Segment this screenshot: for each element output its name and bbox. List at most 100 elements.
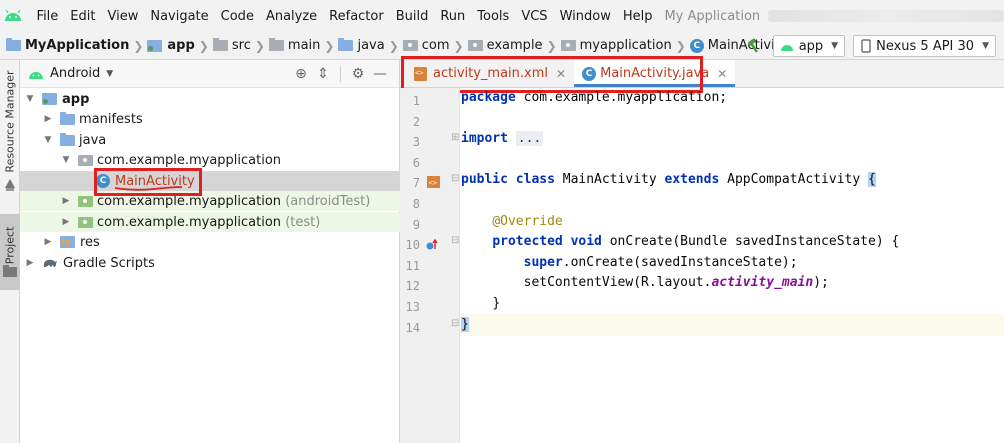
menu-view[interactable]: View [101, 9, 144, 24]
breadcrumb-java[interactable]: java ❯ [338, 38, 402, 53]
device-select[interactable]: Nexus 5 API 30 ▼ [853, 35, 996, 57]
menu-window[interactable]: Window [554, 9, 617, 24]
folded-imports[interactable]: ... [515, 131, 544, 146]
tree-item-package-androidtest[interactable]: ▶ com.example.myapplication (androidTest… [20, 191, 400, 211]
expanded-arrow-icon[interactable]: ▼ [24, 94, 36, 104]
project-view-select[interactable]: Android [50, 66, 100, 81]
hammer-build-icon[interactable] [743, 35, 765, 57]
chevron-right-icon: ❯ [324, 38, 335, 53]
tree-item-package-test[interactable]: ▶ com.example.myapplication (test) [20, 212, 400, 232]
line-number: 2 [412, 115, 420, 129]
resource-manager-icon [3, 178, 17, 192]
test-package-icon [78, 216, 93, 228]
fold-marker-icon[interactable]: ⊟ [451, 173, 459, 184]
breadcrumb-label: myapplication [579, 38, 672, 53]
collapse-all-icon[interactable]: ⇕ [312, 66, 334, 82]
chevron-down-icon[interactable]: ▼ [106, 69, 113, 79]
device-label: Nexus 5 API 30 [876, 38, 975, 54]
menu-vcs[interactable]: VCS [515, 9, 553, 24]
window-title: My Application [664, 8, 761, 24]
chevron-right-icon: ❯ [198, 38, 209, 53]
locate-target-icon[interactable]: ⊕ [290, 66, 312, 82]
layout-preview-icon[interactable]: <> [426, 175, 442, 189]
menu-navigate[interactable]: Navigate [144, 9, 214, 24]
menu-analyze[interactable]: Analyze [260, 9, 323, 24]
project-panel-header: Android ▼ ⊕ ⇕ ⚙ — [20, 60, 399, 88]
breadcrumb-com[interactable]: com ❯ [402, 38, 468, 53]
chevron-down-icon: ▼ [982, 41, 989, 51]
menu-file[interactable]: File [31, 9, 65, 24]
tree-item-app[interactable]: ▼ app [20, 89, 400, 109]
tree-item-label: com.example.myapplication [97, 152, 282, 168]
fold-marker-icon[interactable]: ⊟ [451, 235, 459, 246]
code-line-3: import ... [461, 129, 544, 150]
package-icon [560, 40, 576, 51]
line-number: 12 [405, 279, 420, 293]
tree-item-mainactivity[interactable]: C MainActivity [20, 171, 400, 191]
collapsed-arrow-icon[interactable]: ▶ [60, 196, 72, 206]
project-panel-actions: ⊕ ⇕ ⚙ — [290, 60, 391, 88]
left-tool-strip: Resource Manager 1: Project [0, 60, 20, 443]
run-configuration-select[interactable]: app ▼ [772, 35, 846, 57]
tree-item-package-main[interactable]: ▼ com.example.myapplication [20, 150, 400, 170]
java-class-icon: C [689, 38, 704, 53]
tree-item-java[interactable]: ▼ java [20, 130, 400, 150]
code-editor[interactable]: package com.example.myapplication; impor… [460, 88, 1004, 443]
keyword: package [461, 90, 516, 105]
keyword: public class [461, 172, 555, 187]
collapsed-arrow-icon[interactable]: ▶ [42, 114, 54, 124]
code-line-9: @Override [461, 212, 563, 233]
menu-edit[interactable]: Edit [64, 9, 101, 24]
toolbar-right: app ▼ Nexus 5 API 30 ▼ [743, 32, 1004, 60]
keyword: import [461, 131, 508, 146]
gear-icon[interactable]: ⚙ [347, 66, 369, 82]
breadcrumb-project[interactable]: MyApplication ❯ [6, 38, 147, 53]
menu-code[interactable]: Code [215, 9, 260, 24]
folder-icon [60, 132, 75, 146]
tree-item-res[interactable]: ▶ res [20, 232, 400, 252]
breadcrumb-myapplication[interactable]: myapplication ❯ [560, 38, 690, 53]
code-text: AppCompatActivity [719, 172, 869, 187]
tab-resource-manager[interactable]: Resource Manager [0, 66, 20, 176]
android-icon [29, 71, 43, 79]
breadcrumb-label: com [421, 38, 450, 53]
project-panel: Android ▼ ⊕ ⇕ ⚙ — ▼ app ▶ manifests ▼ ja… [20, 60, 400, 443]
module-icon [147, 39, 163, 52]
breadcrumb-main[interactable]: main ❯ [268, 38, 339, 53]
code-line-12: setContentView(R.layout.activity_main); [461, 273, 829, 294]
expanded-arrow-icon[interactable]: ▼ [42, 135, 54, 145]
annotation: @Override [492, 214, 563, 229]
collapsed-arrow-icon[interactable]: ▶ [60, 217, 72, 227]
tree-item-gradle-scripts[interactable]: ▶ Gradle Scripts [20, 253, 400, 273]
line-number: 9 [412, 218, 420, 232]
override-method-icon[interactable] [425, 238, 439, 252]
line-number: 1 [412, 94, 420, 108]
minimize-icon[interactable]: — [369, 66, 391, 82]
close-icon[interactable]: ✕ [717, 67, 727, 81]
breadcrumb-example[interactable]: example ❯ [467, 38, 561, 53]
breadcrumb-src[interactable]: src ❯ [212, 38, 269, 53]
android-icon [780, 44, 793, 51]
code-text: ); [813, 275, 829, 290]
code-text: } [492, 296, 501, 311]
menu-refactor[interactable]: Refactor [323, 9, 390, 24]
breadcrumb-app[interactable]: app ❯ [147, 38, 212, 53]
android-studio-logo-icon [4, 5, 23, 27]
expanded-arrow-icon[interactable]: ▼ [60, 155, 72, 165]
menu-run[interactable]: Run [434, 9, 471, 24]
line-number: 8 [412, 197, 420, 211]
menu-help[interactable]: Help [617, 9, 659, 24]
tree-item-suffix: (test) [285, 214, 321, 230]
tree-item-manifests[interactable]: ▶ manifests [20, 109, 400, 129]
code-text: onCreate(Bundle savedInstanceState) { [601, 234, 900, 249]
tree-item-suffix: (androidTest) [285, 193, 371, 209]
menu-tools[interactable]: Tools [471, 9, 515, 24]
fold-marker-icon[interactable]: ⊞ [451, 132, 459, 143]
fold-marker-icon[interactable]: ⊟ [451, 318, 459, 329]
line-number: 14 [405, 321, 420, 335]
menu-build[interactable]: Build [390, 9, 435, 24]
chevron-right-icon: ❯ [546, 38, 557, 53]
tab-project[interactable]: 1: Project [0, 214, 20, 290]
collapsed-arrow-icon[interactable]: ▶ [24, 258, 36, 268]
collapsed-arrow-icon[interactable]: ▶ [42, 237, 54, 247]
